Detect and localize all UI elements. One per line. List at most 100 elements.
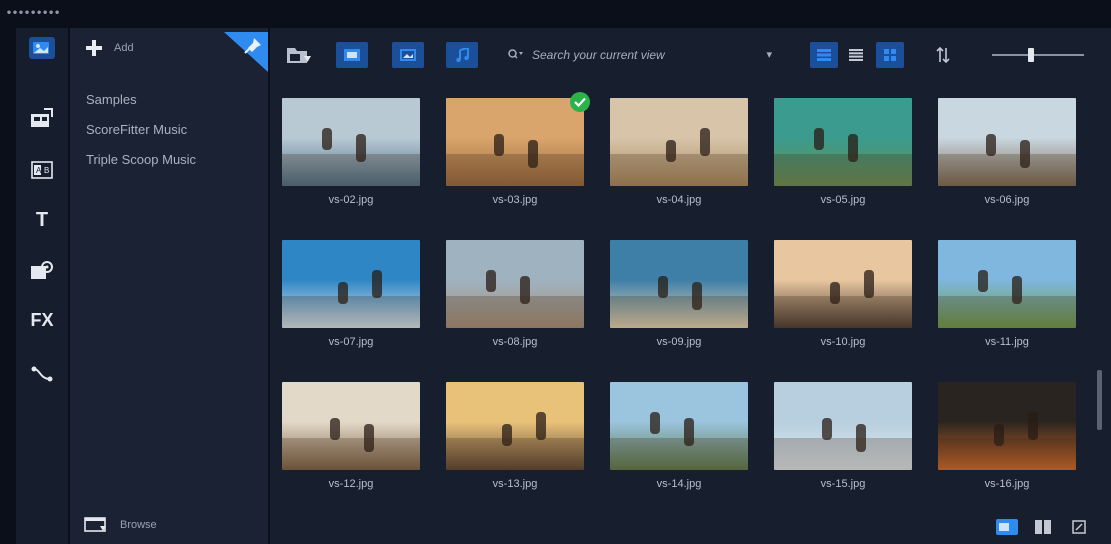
media-filename: vs-02.jpg	[328, 194, 374, 206]
media-thumbnail[interactable]: vs-05.jpg	[774, 98, 912, 206]
media-library-button[interactable]	[16, 28, 68, 68]
instant-project-icon	[31, 108, 53, 127]
list-view-icon	[817, 49, 831, 61]
media-toolbar: Search your current view ▾	[270, 28, 1111, 84]
checkmark-icon	[570, 92, 590, 112]
split-layout-button[interactable]	[1032, 518, 1054, 536]
media-filename: vs-04.jpg	[656, 194, 702, 206]
search-input[interactable]: Search your current view ▾	[502, 42, 780, 68]
photo-subject	[536, 412, 546, 440]
photo-icon	[400, 49, 416, 61]
media-thumbnail[interactable]: vs-14.jpg	[610, 382, 748, 490]
media-thumbnail[interactable]: vs-16.jpg	[938, 382, 1076, 490]
title-button[interactable]: T	[16, 200, 68, 240]
media-thumbnail-image	[610, 240, 748, 328]
library-item-label: Triple Scoop Music	[86, 152, 197, 167]
photo-subject	[486, 270, 496, 292]
media-scrollbar-thumb[interactable]	[1097, 370, 1102, 430]
browse-label: Browse	[120, 519, 157, 531]
media-thumbnail[interactable]: vs-12.jpg	[282, 382, 420, 490]
show-videos-toggle[interactable]	[336, 42, 368, 68]
media-thumbnail[interactable]: vs-11.jpg	[938, 240, 1076, 348]
sort-button[interactable]	[930, 42, 956, 68]
path-button[interactable]	[16, 354, 68, 394]
media-thumbnail[interactable]: vs-04.jpg	[610, 98, 748, 206]
media-thumbnail[interactable]: vs-03.jpg	[446, 92, 590, 206]
library-layout-button[interactable]	[996, 518, 1018, 536]
video-icon	[344, 49, 360, 61]
search-dropdown-icon[interactable]: ▾	[766, 48, 772, 61]
photo-subject	[830, 282, 840, 304]
instant-project-button[interactable]	[16, 98, 68, 138]
details-view-icon	[849, 49, 863, 61]
media-thumbnail-image	[610, 98, 748, 186]
photo-subject	[986, 134, 996, 156]
media-thumbnail-image	[610, 382, 748, 470]
library-panel: Add Samples ScoreFitter Music Triple Sco…	[70, 28, 268, 544]
media-filename: vs-11.jpg	[985, 336, 1029, 348]
library-item-scorefitter-music[interactable]: ScoreFitter Music	[78, 118, 246, 142]
media-thumbnail[interactable]: vs-07.jpg	[282, 240, 420, 348]
graphics-icon	[31, 261, 53, 279]
library-item-label: Samples	[86, 92, 137, 107]
library-item-label: ScoreFitter Music	[86, 122, 188, 137]
list-view-button[interactable]	[810, 42, 838, 68]
media-thumbnail[interactable]: vs-15.jpg	[774, 382, 912, 490]
photo-subject	[994, 424, 1004, 446]
split-layout-icon	[1035, 520, 1051, 534]
media-thumbnail-image	[282, 98, 420, 186]
path-icon	[31, 366, 53, 382]
grip-dots[interactable]: •••••••••	[6, 8, 60, 19]
media-thumbnail-image	[938, 98, 1076, 186]
media-filename: vs-03.jpg	[492, 194, 538, 206]
media-thumbnail[interactable]: vs-10.jpg	[774, 240, 912, 348]
show-photos-toggle[interactable]	[392, 42, 424, 68]
music-note-icon	[456, 48, 469, 62]
photo-subject	[978, 270, 988, 292]
photo-subject	[502, 424, 512, 446]
media-thumbnail[interactable]: vs-06.jpg	[938, 98, 1076, 206]
graphics-button[interactable]	[16, 250, 68, 290]
import-folder-icon	[287, 48, 311, 63]
pin-icon[interactable]	[224, 32, 268, 72]
library-item-triple-scoop-music[interactable]: Triple Scoop Music	[78, 148, 246, 172]
media-filename: vs-09.jpg	[656, 336, 702, 348]
show-audio-toggle[interactable]	[446, 42, 478, 68]
photo-subject	[814, 128, 824, 150]
media-thumbnail-image	[446, 382, 584, 470]
media-scrollbar[interactable]	[1095, 90, 1105, 522]
photo-subject	[1020, 140, 1030, 168]
media-thumbnail[interactable]: vs-13.jpg	[446, 382, 584, 490]
photo-subject	[864, 270, 874, 298]
transition-button[interactable]: A B	[16, 150, 68, 190]
photo-subject	[338, 282, 348, 304]
edit-layout-button[interactable]	[1068, 518, 1090, 536]
plus-icon	[86, 40, 102, 56]
media-thumbnail[interactable]: vs-09.jpg	[610, 240, 748, 348]
svg-text:B: B	[44, 166, 49, 175]
thumbnail-size-slider[interactable]	[992, 48, 1084, 62]
edit-icon	[1072, 520, 1086, 534]
media-thumbnail[interactable]: vs-08.jpg	[446, 240, 584, 348]
import-media-button[interactable]	[282, 42, 316, 68]
transition-icon: A B	[31, 161, 53, 179]
photo-subject	[658, 276, 668, 298]
media-thumbnail[interactable]: vs-02.jpg	[282, 98, 420, 206]
media-filename: vs-14.jpg	[656, 478, 702, 490]
browse-button[interactable]: Browse	[84, 516, 157, 534]
media-thumbnail-image	[446, 98, 584, 186]
browse-icon	[84, 517, 106, 532]
details-view-button[interactable]	[842, 42, 870, 68]
thumbnail-size-slider-thumb[interactable]	[1028, 48, 1034, 62]
photo-subject	[1012, 276, 1022, 304]
filter-button[interactable]: FX	[16, 300, 68, 340]
window-drag-handle[interactable]: •••••••••	[0, 0, 1111, 28]
thumbnail-view-button[interactable]	[876, 42, 904, 68]
add-label: Add	[114, 42, 134, 54]
media-thumbnail-image	[938, 240, 1076, 328]
media-filename: vs-07.jpg	[328, 336, 374, 348]
add-button[interactable]: Add	[86, 40, 134, 56]
photo-subject	[356, 134, 366, 162]
photo-subject	[520, 276, 530, 304]
library-item-samples[interactable]: Samples	[78, 88, 246, 112]
